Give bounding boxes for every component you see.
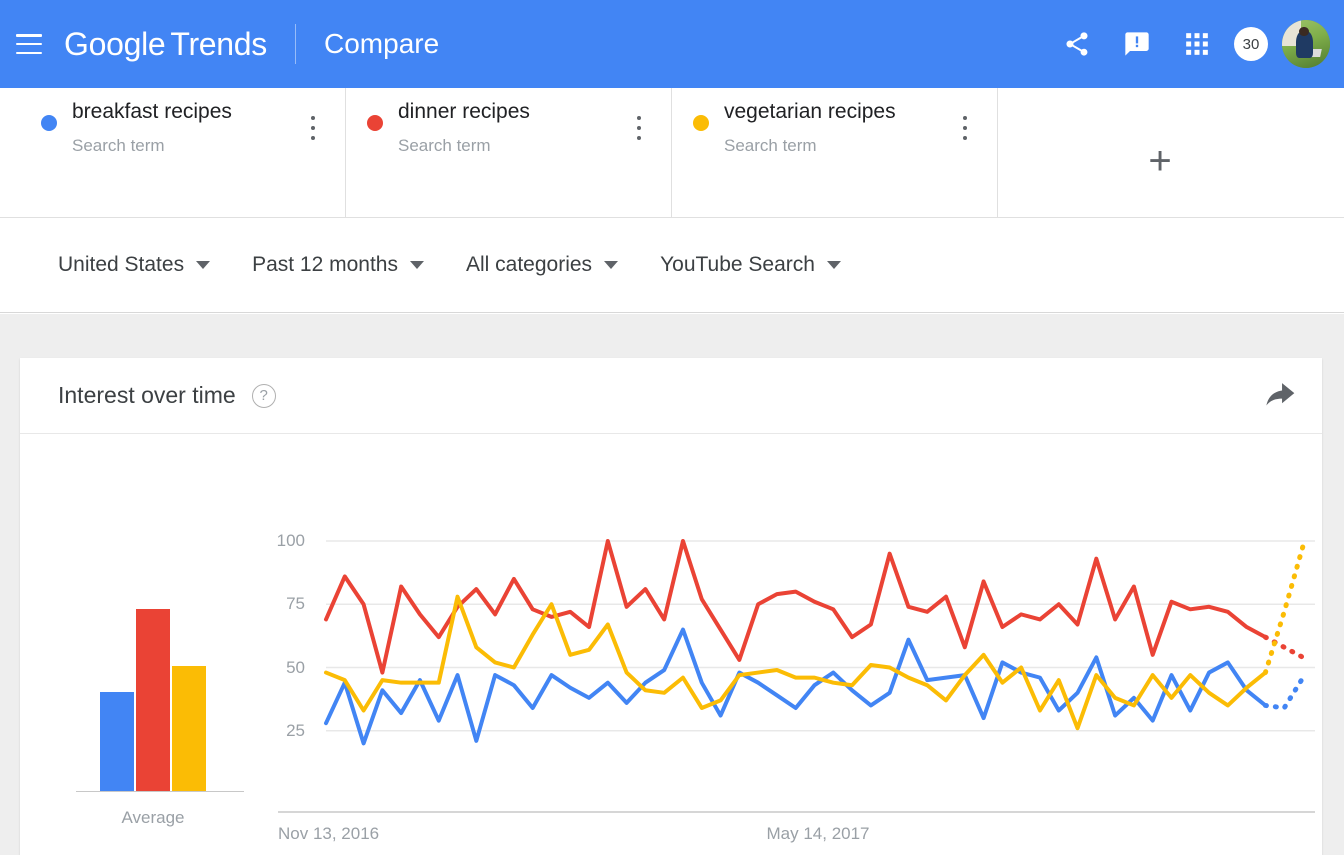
chevron-down-icon (196, 261, 211, 269)
average-bar (100, 692, 134, 791)
avatar[interactable] (1282, 20, 1330, 68)
chevron-down-icon (604, 261, 619, 269)
brand-trends-text: Trends (170, 25, 267, 62)
term-color-dot-red (367, 115, 383, 131)
y-axis-tick-label: 75 (286, 594, 305, 614)
search-term-card-2[interactable]: dinner recipes Search term (346, 88, 672, 218)
app-header: Google Trends Compare 30 (0, 0, 1344, 88)
series-line (324, 539, 1268, 675)
search-term-name: vegetarian recipes (724, 100, 896, 123)
filter-category-label: All categories (466, 253, 593, 276)
filter-location[interactable]: United States (58, 253, 211, 277)
average-label: Average (121, 808, 185, 827)
notification-count-badge[interactable]: 30 (1234, 27, 1268, 61)
header-divider (295, 24, 296, 64)
filter-bar: United States Past 12 months All categor… (0, 218, 1344, 313)
average-bar (136, 609, 170, 791)
x-axis-tick-label: Nov 13, 2016 (278, 824, 380, 843)
chart-area: Average 25 50 75 100 Nov 13, 2016 May 14, 20… (20, 434, 1322, 854)
feedback-icon[interactable] (1114, 21, 1160, 67)
series-line-partial (1262, 675, 1306, 711)
line-chart-plot: 25 50 75 100 Nov 13, 2016 May 14, 2017 (268, 434, 1322, 854)
filter-time-range[interactable]: Past 12 months (252, 253, 424, 277)
hamburger-menu-icon[interactable] (12, 31, 46, 57)
series-line-partial (1262, 543, 1306, 676)
search-term-name: dinner recipes (398, 100, 530, 123)
plus-icon: + (1148, 139, 1172, 183)
average-baseline (76, 790, 244, 792)
search-term-type: Search term (72, 136, 165, 155)
y-axis-tick-label: 100 (276, 531, 305, 550)
export-share-icon[interactable] (1263, 382, 1297, 412)
average-bars (100, 531, 210, 791)
help-icon[interactable]: ? (251, 383, 276, 408)
chevron-down-icon (826, 261, 841, 269)
brand-google-text: Google (64, 25, 166, 62)
filter-search-type-label: YouTube Search (660, 253, 815, 276)
card-title: Interest over time (58, 382, 236, 408)
term-color-dot-blue (41, 115, 57, 131)
series-line (324, 627, 1268, 746)
share-icon[interactable] (1054, 21, 1100, 67)
add-search-term-button[interactable]: + (998, 88, 1322, 218)
search-term-type: Search term (398, 136, 491, 155)
search-term-card-1[interactable]: breakfast recipes Search term (20, 88, 346, 218)
search-term-type: Search term (724, 136, 817, 155)
page-title: Compare (324, 28, 440, 59)
search-term-card-3[interactable]: vegetarian recipes Search term (672, 88, 998, 218)
term-options-kebab-icon[interactable] (303, 114, 323, 142)
line-chart-svg[interactable] (268, 434, 1322, 854)
header-actions: 30 (1054, 20, 1344, 68)
term-options-kebab-icon[interactable] (955, 114, 975, 142)
filter-location-label: United States (58, 253, 185, 276)
interest-over-time-card: Interest over time ? Average 25 50 75 100 N… (20, 358, 1322, 855)
card-header: Interest over time ? (20, 358, 1322, 434)
chevron-down-icon (410, 261, 424, 269)
y-axis-tick-label: 50 (286, 657, 305, 677)
apps-grid-icon[interactable] (1174, 21, 1220, 67)
average-bar (172, 666, 206, 791)
filter-search-type[interactable]: YouTube Search (660, 253, 841, 277)
filter-category[interactable]: All categories (466, 253, 619, 277)
google-trends-logo[interactable]: Google Trends (64, 26, 267, 63)
filter-time-range-label: Past 12 months (252, 253, 398, 276)
search-term-name: breakfast recipes (72, 100, 232, 123)
term-color-dot-yellow (693, 115, 709, 131)
y-axis-tick-label: 25 (286, 720, 305, 740)
average-bar-chart: Average (58, 434, 248, 854)
x-axis-tick-label: May 14, 2017 (766, 824, 870, 843)
term-options-kebab-icon[interactable] (629, 114, 649, 142)
search-terms-row: breakfast recipes Search term dinner rec… (0, 88, 1344, 218)
